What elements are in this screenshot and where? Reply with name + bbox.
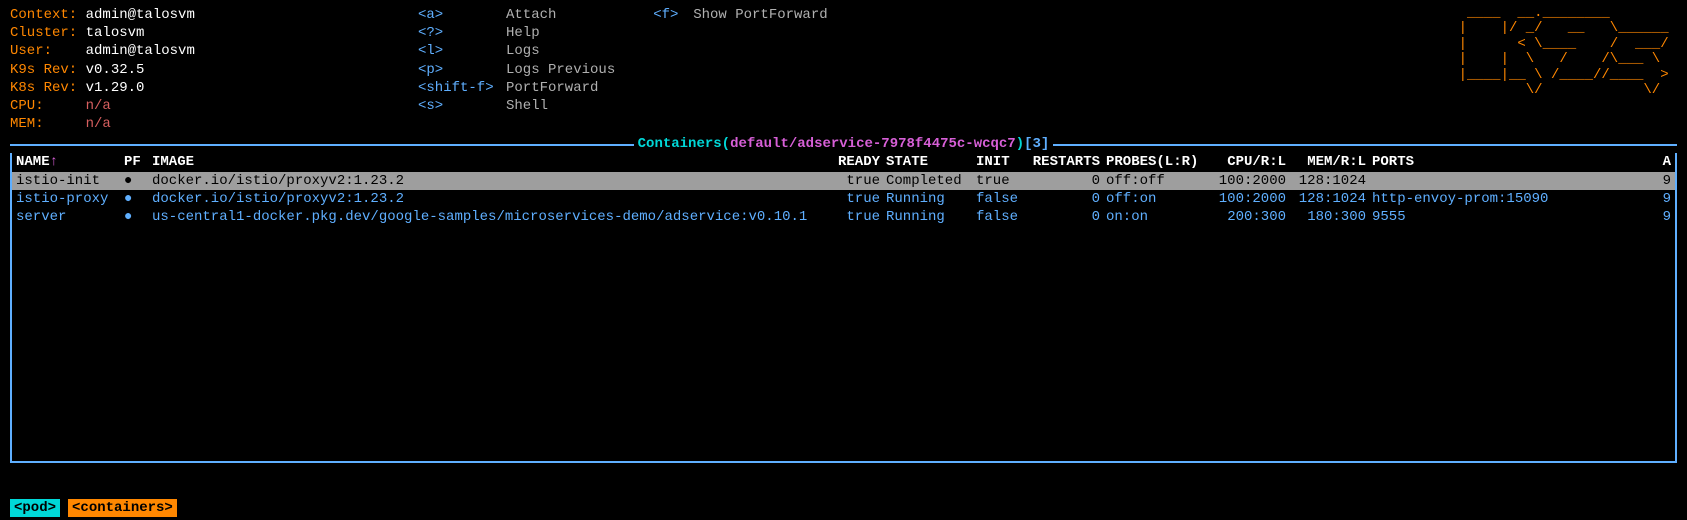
cell-restarts: 0 (1032, 190, 1106, 208)
cell-a: 9 (1558, 208, 1671, 226)
cell-cpu: 200:300 (1212, 208, 1292, 226)
title-ns: default/adservice-7978f4475c-wcqc7 (730, 136, 1016, 152)
cell-init: false (976, 208, 1032, 226)
cell-mem: 128:1024 (1292, 172, 1372, 190)
shortcuts-secondary: <f> Show PortForward (653, 6, 827, 133)
shortcut-label: Attach (506, 7, 556, 23)
cell-restarts: 0 (1032, 208, 1106, 226)
cell-state: Running (886, 208, 976, 226)
shortcut-key[interactable]: <?> (418, 25, 443, 41)
cell-mem: 180:300 (1292, 208, 1372, 226)
cell-a: 9 (1558, 190, 1671, 208)
cell-name: istio-init (16, 172, 124, 190)
cell-ready: true (838, 208, 886, 226)
cluster-value: talosvm (86, 25, 145, 41)
col-pf[interactable]: PF (124, 153, 152, 171)
shortcut-label: PortForward (506, 80, 598, 96)
k8s-label: K8s Rev: (10, 80, 77, 96)
title-close: ) (1016, 136, 1024, 152)
col-state[interactable]: STATE (886, 153, 976, 171)
pf-indicator-icon: ● (124, 172, 152, 190)
cell-mem: 128:1024 (1292, 190, 1372, 208)
user-value: admin@talosvm (86, 43, 195, 59)
containers-table[interactable]: NAME↑ PF IMAGE READY STATE INIT RESTARTS… (10, 153, 1677, 463)
k9s-label: K9s Rev: (10, 62, 77, 78)
cell-cpu: 100:2000 (1212, 172, 1292, 190)
cell-image: docker.io/istio/proxyv2:1.23.2 (152, 190, 838, 208)
user-label: User: (10, 43, 52, 59)
col-restarts[interactable]: RESTARTS (1032, 153, 1106, 171)
cell-init: true (976, 172, 1032, 190)
info-block: Context: admin@talosvm Cluster: talosvm … (10, 6, 418, 133)
shortcut-key[interactable]: <shift-f> (418, 80, 494, 96)
shortcuts-primary: <a> <?> <l> <p> <shift-f> <s> Attach Hel… (418, 6, 615, 133)
k8s-value: v1.29.0 (86, 80, 145, 96)
k9s-logo: ____ __.________ | |/ _/ __ \______ | < … (1459, 6, 1677, 98)
cell-ready: true (838, 172, 886, 190)
col-a[interactable]: A (1558, 153, 1671, 171)
cell-probes: on:on (1106, 208, 1212, 226)
cell-a: 9 (1558, 172, 1671, 190)
col-cpu[interactable]: CPU/R:L (1212, 153, 1292, 171)
cell-cpu: 100:2000 (1212, 190, 1292, 208)
context-value: admin@talosvm (86, 7, 195, 23)
breadcrumb-containers[interactable]: <containers> (68, 499, 177, 517)
cell-name: istio-proxy (16, 190, 124, 208)
table-row[interactable]: istio-init ● docker.io/istio/proxyv2:1.2… (12, 172, 1675, 190)
breadcrumb: <pod> <containers> (10, 499, 177, 517)
cell-state: Completed (886, 172, 976, 190)
shortcut-key[interactable]: <a> (418, 7, 443, 23)
col-mem[interactable]: MEM/R:L (1292, 153, 1372, 171)
breadcrumb-pod[interactable]: <pod> (10, 499, 60, 517)
cell-image: us-central1-docker.pkg.dev/google-sample… (152, 208, 838, 226)
panel-title-bar: Containers(default/adservice-7978f4475c-… (10, 135, 1677, 153)
shortcut-label: Help (506, 25, 540, 41)
shortcut-key[interactable]: <l> (418, 43, 443, 59)
cell-name: server (16, 208, 124, 226)
cell-probes: off:off (1106, 172, 1212, 190)
cell-state: Running (886, 190, 976, 208)
cell-restarts: 0 (1032, 172, 1106, 190)
cluster-label: Cluster: (10, 25, 77, 41)
shortcut-label: Logs (506, 43, 540, 59)
cell-ready: true (838, 190, 886, 208)
shortcut-label: Show PortForward (693, 7, 827, 23)
cell-ports: http-envoy-prom:15090 (1372, 190, 1558, 208)
shortcut-key[interactable]: <f> (653, 7, 678, 23)
context-label: Context: (10, 7, 77, 23)
table-header: NAME↑ PF IMAGE READY STATE INIT RESTARTS… (12, 153, 1675, 171)
shortcut-key[interactable]: <p> (418, 62, 443, 78)
cell-image: docker.io/istio/proxyv2:1.23.2 (152, 172, 838, 190)
cell-ports: 9555 (1372, 208, 1558, 226)
col-image[interactable]: IMAGE (152, 153, 838, 171)
table-row[interactable]: istio-proxy ● docker.io/istio/proxyv2:1.… (12, 190, 1675, 208)
cpu-label: CPU: (10, 98, 44, 114)
cpu-value: n/a (86, 98, 111, 114)
cell-init: false (976, 190, 1032, 208)
col-name[interactable]: NAME (16, 154, 50, 170)
shortcut-key[interactable]: <s> (418, 98, 443, 114)
pf-indicator-icon: ● (124, 208, 152, 226)
col-ports[interactable]: PORTS (1372, 153, 1558, 171)
col-init[interactable]: INIT (976, 153, 1032, 171)
sort-indicator-icon: ↑ (50, 154, 58, 170)
title-main: Containers( (638, 136, 730, 152)
pf-indicator-icon: ● (124, 190, 152, 208)
col-probes[interactable]: PROBES(L:R) (1106, 153, 1212, 171)
mem-label: MEM: (10, 116, 44, 132)
title-count: [3] (1024, 136, 1049, 152)
cell-ports (1372, 172, 1558, 190)
shortcut-label: Logs Previous (506, 62, 615, 78)
mem-value: n/a (86, 116, 111, 132)
header: Context: admin@talosvm Cluster: talosvm … (0, 0, 1687, 133)
table-row[interactable]: server ● us-central1-docker.pkg.dev/goog… (12, 208, 1675, 226)
shortcut-label: Shell (506, 98, 548, 114)
k9s-value: v0.32.5 (86, 62, 145, 78)
col-ready[interactable]: READY (838, 153, 886, 171)
cell-probes: off:on (1106, 190, 1212, 208)
